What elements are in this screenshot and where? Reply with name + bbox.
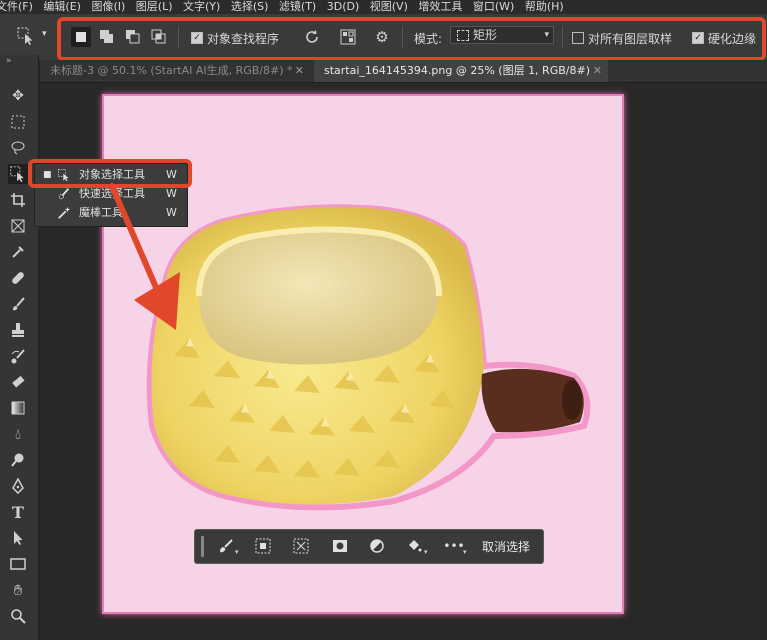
add-mask-button[interactable] [331, 537, 349, 555]
chevron-down-icon[interactable]: ▾ [235, 548, 239, 556]
more-options-button[interactable]: ••• [443, 537, 465, 555]
deselect-button[interactable]: 取消选择 [482, 538, 530, 555]
brush-select-icon [220, 539, 233, 553]
fill-button[interactable] [405, 537, 423, 555]
contextual-task-bar: ▾ ▾ ••• ▾ 取消选择 [194, 529, 544, 564]
mask-icon [333, 540, 347, 552]
adjustment-button[interactable] [368, 537, 386, 555]
chevron-down-icon[interactable]: ▾ [424, 548, 428, 556]
chevron-down-icon[interactable]: ▾ [463, 548, 467, 556]
select-subject-button[interactable] [217, 537, 235, 555]
select-inverse-button[interactable] [292, 537, 310, 555]
object-mask-icon [255, 538, 271, 554]
adjustment-icon [370, 539, 384, 553]
paint-bucket-icon [409, 540, 422, 552]
select-subject-object-button[interactable] [254, 537, 272, 555]
inverse-selection-icon [293, 538, 309, 554]
drag-handle[interactable] [201, 536, 204, 557]
more-icon: ••• [443, 539, 465, 553]
